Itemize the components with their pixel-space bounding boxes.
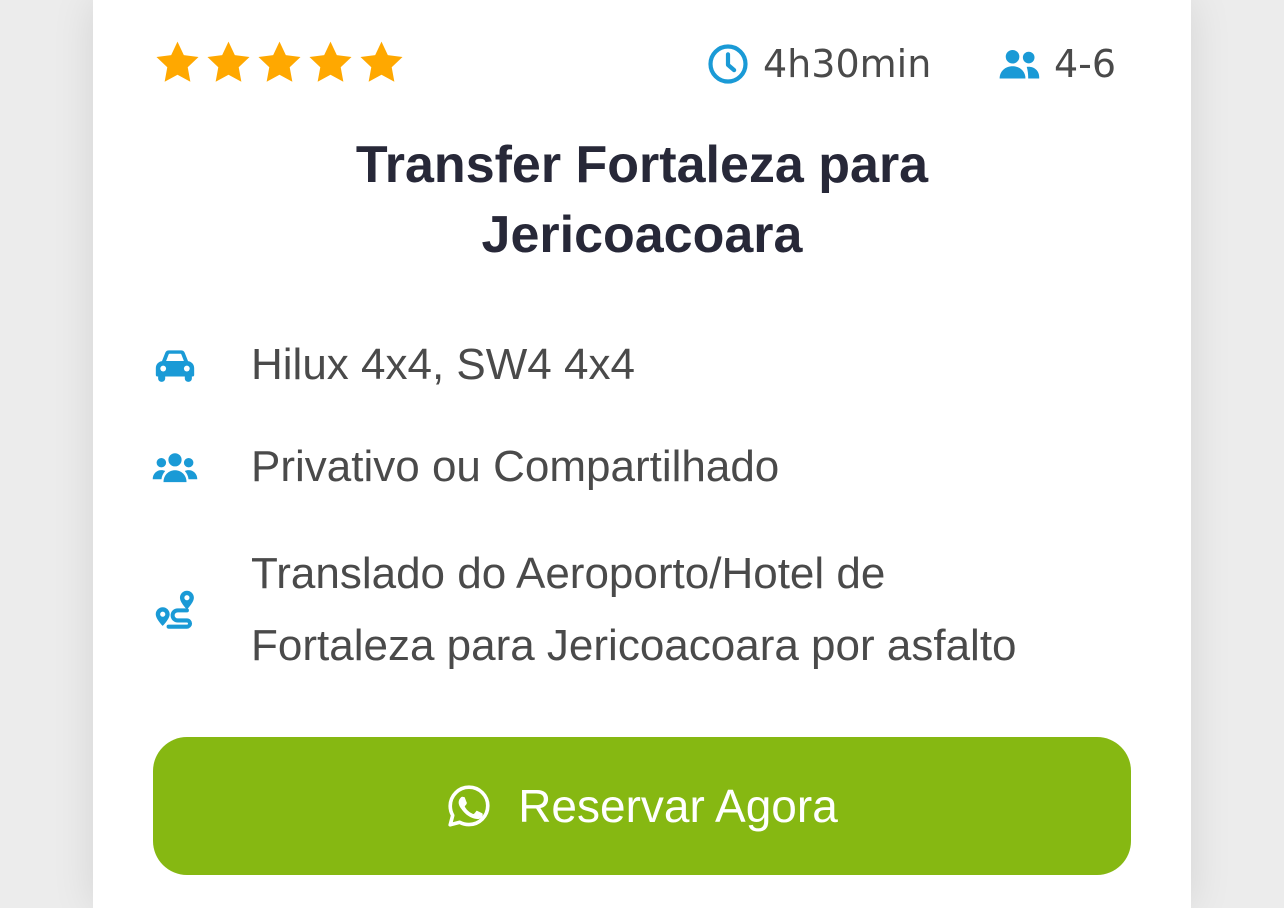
capacity-info: 4-6	[998, 38, 1116, 90]
feature-route-text: Translado do Aeroporto/Hotel de Fortalez…	[251, 538, 1151, 682]
star-icon	[309, 41, 352, 82]
star-icon	[156, 41, 199, 82]
star-icon	[360, 41, 403, 82]
route-icon	[151, 588, 199, 632]
reserve-now-label: Reservar Agora	[518, 780, 838, 832]
reserve-now-button[interactable]: Reservar Agora	[153, 737, 1131, 875]
tour-card: 4h30min 4-6 Transfer Fortaleza para Jeri…	[93, 0, 1191, 908]
tour-title-line-1: Transfer Fortaleza para	[355, 136, 929, 194]
duration-info: 4h30min	[707, 38, 931, 90]
duration-text: 4h30min	[763, 42, 932, 86]
group-icon	[151, 451, 199, 483]
tour-title-line-2: Jericoacoara	[481, 206, 803, 264]
star-icon	[258, 41, 301, 82]
feature-route-line-2: Fortaleza para Jericoacoara por asfalto	[251, 621, 1017, 670]
users-icon	[999, 49, 1040, 79]
feature-vehicle: Hilux 4x4, SW4 4x4	[151, 340, 635, 390]
star-icon	[207, 41, 250, 82]
whatsapp-icon	[448, 785, 490, 827]
feature-route-line-1: Translado do Aeroporto/Hotel de	[251, 549, 886, 598]
capacity-text: 4-6	[1054, 42, 1117, 86]
feature-service-type: Privativo ou Compartilhado	[151, 442, 779, 492]
feature-vehicle-text: Hilux 4x4, SW4 4x4	[251, 340, 635, 389]
feature-route: Translado do Aeroporto/Hotel de Fortalez…	[151, 538, 1017, 682]
clock-icon	[708, 44, 748, 84]
car-icon	[151, 348, 199, 382]
feature-service-type-text: Privativo ou Compartilhado	[251, 442, 780, 491]
tour-title: Transfer Fortaleza para Jericoacoara	[93, 130, 1191, 270]
star-rating	[153, 38, 406, 87]
